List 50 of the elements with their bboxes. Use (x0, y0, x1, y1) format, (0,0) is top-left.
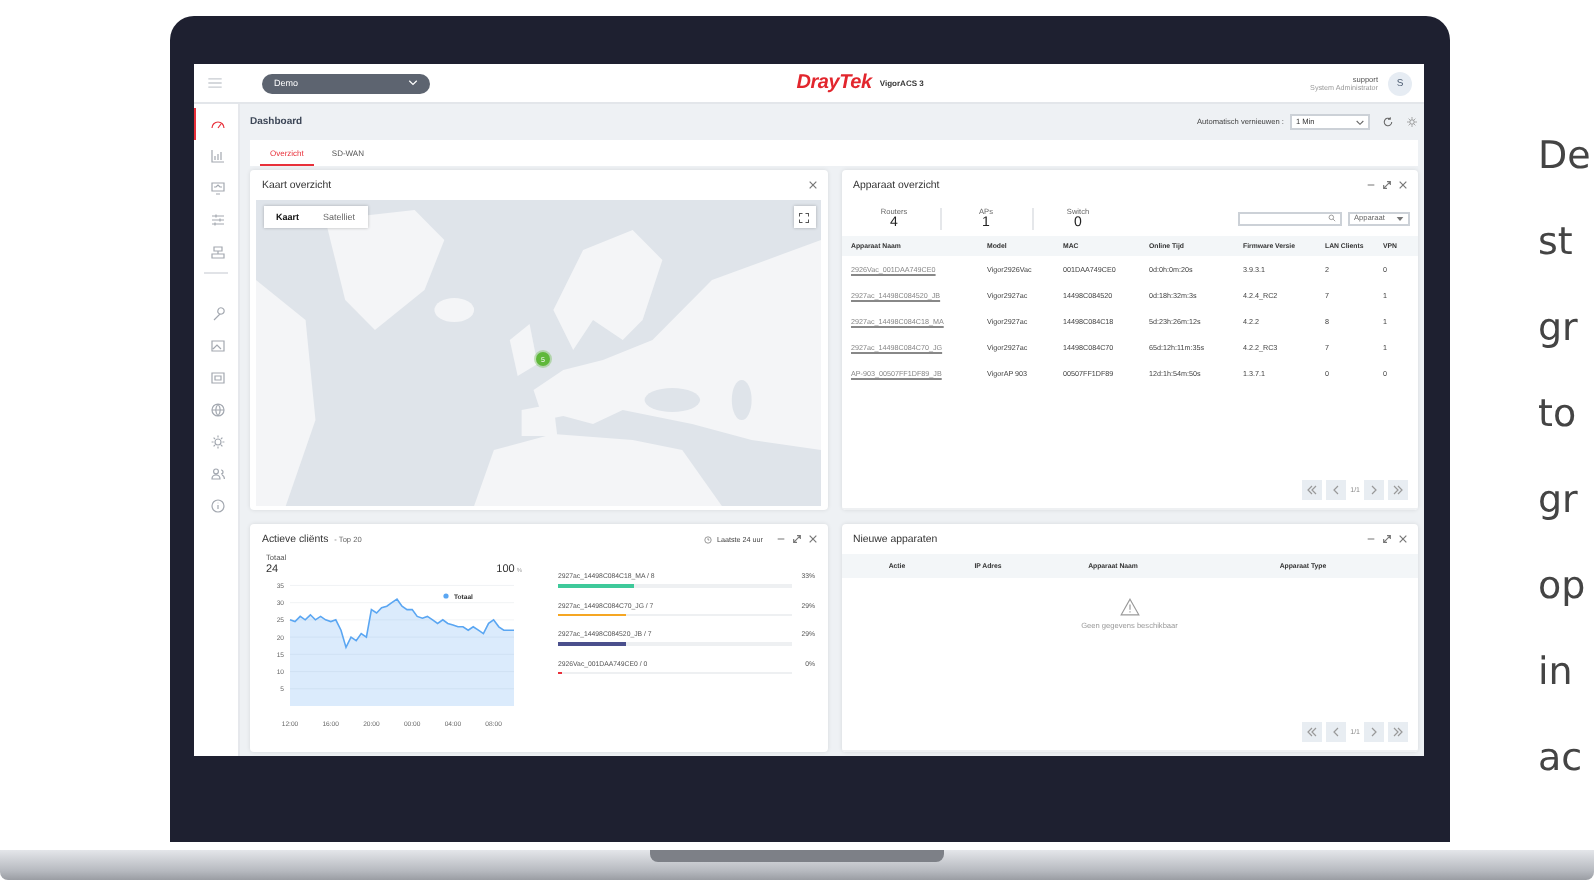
monitor-icon (209, 180, 225, 196)
device-icon (209, 370, 225, 386)
close-icon[interactable] (1398, 180, 1408, 190)
body-text-line: gr (1538, 476, 1580, 526)
close-icon[interactable] (807, 534, 817, 544)
warning-icon (1119, 598, 1140, 616)
body-text-line: op (1538, 562, 1588, 612)
body-text-line: to (1538, 390, 1579, 440)
sliders-icon (209, 212, 225, 228)
network-icon (209, 244, 225, 260)
wrench-icon (209, 306, 225, 322)
menu-icon[interactable] (208, 78, 222, 88)
users-icon (209, 466, 225, 482)
info-icon (209, 498, 225, 514)
image-icon (209, 338, 225, 354)
body-text-line: in (1538, 648, 1575, 698)
next-page-button[interactable] (1364, 480, 1384, 500)
globe-icon (209, 402, 225, 418)
body-text-line: De (1538, 132, 1593, 182)
minimize-icon[interactable] (775, 534, 785, 544)
chevron-down-icon (408, 80, 418, 86)
body-text-line: ac (1538, 734, 1585, 784)
close-icon[interactable] (807, 180, 817, 190)
refresh-icon[interactable] (1382, 116, 1394, 128)
first-page-button[interactable] (1302, 722, 1323, 742)
previous-page-button[interactable] (1326, 722, 1347, 742)
bar-chart-icon (209, 148, 225, 164)
minimize-icon[interactable] (1366, 180, 1376, 190)
last-page-button[interactable] (1388, 480, 1408, 500)
clock-icon (703, 535, 712, 543)
previous-page-button[interactable] (1326, 480, 1347, 500)
expand-icon[interactable] (791, 534, 801, 544)
body-text-line: st (1538, 218, 1575, 268)
logo: DrayTek (796, 72, 872, 94)
chevron-down-icon (1356, 119, 1364, 125)
close-icon[interactable] (1398, 534, 1408, 544)
legend-dot (443, 593, 449, 599)
gauge-icon (209, 116, 225, 132)
fullscreen-icon (798, 211, 810, 223)
expand-icon[interactable] (1382, 534, 1392, 544)
search-field[interactable] (1238, 211, 1342, 225)
body-text-line: gr (1538, 304, 1580, 354)
caret-down-icon (1396, 215, 1404, 221)
first-page-button[interactable] (1302, 480, 1323, 500)
minimize-icon[interactable] (1366, 534, 1376, 544)
search-icon (1328, 214, 1336, 222)
next-page-button[interactable] (1364, 722, 1384, 742)
fullscreen-button[interactable] (793, 206, 815, 228)
expand-icon[interactable] (1382, 180, 1392, 190)
last-page-button[interactable] (1388, 722, 1408, 742)
